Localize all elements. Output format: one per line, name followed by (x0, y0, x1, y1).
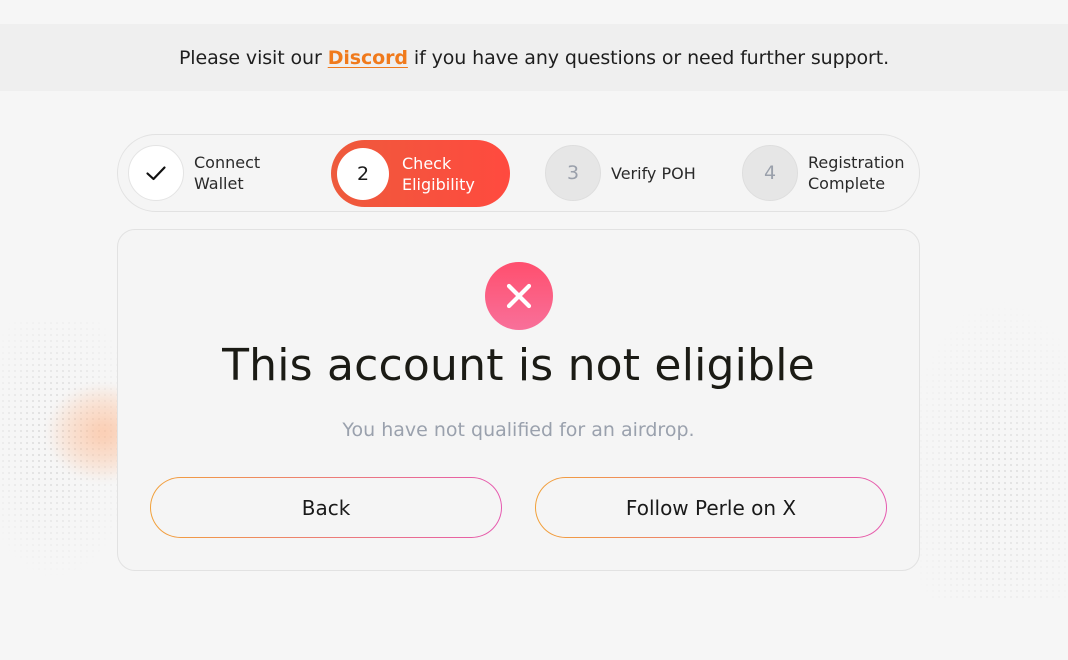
support-banner: Please visit our Discord if you have any… (0, 24, 1068, 91)
step-check-eligibility: 2 Check Eligibility (331, 140, 510, 207)
step-label: Connect Wallet (194, 153, 261, 193)
back-button-label: Back (151, 478, 501, 537)
error-badge (485, 262, 553, 330)
result-message: You have not qualified for an airdrop. (342, 419, 695, 441)
step-completed-circle (128, 145, 184, 201)
result-title: This account is not eligible (222, 340, 815, 391)
page: Please visit our Discord if you have any… (0, 0, 1068, 660)
progress-stepper: Connect Wallet 2 Check Eligibility 3 Ver… (117, 134, 920, 212)
step-number: 3 (545, 145, 601, 201)
step-registration-complete: 4 Registration Complete (742, 135, 904, 211)
banner-prefix: Please visit our (178, 46, 322, 69)
close-icon (506, 283, 532, 309)
step-label: Check Eligibility (402, 153, 475, 194)
step-number: 2 (337, 147, 389, 200)
background-dots-decoration (900, 300, 1068, 600)
step-connect-wallet: Connect Wallet (128, 135, 260, 211)
step-label: Verify POH (611, 163, 696, 183)
follow-perle-on-x-button[interactable]: Follow Perle on X (535, 477, 887, 538)
follow-button-label: Follow Perle on X (536, 478, 886, 537)
step-label: Registration Complete (808, 153, 905, 193)
discord-link[interactable]: Discord (328, 47, 408, 69)
back-button[interactable]: Back (150, 477, 502, 538)
eligibility-result-card: This account is not eligible You have no… (117, 229, 920, 571)
banner-suffix: if you have any questions or need furthe… (413, 46, 890, 69)
check-icon (146, 166, 166, 181)
step-verify-poh: 3 Verify POH (545, 135, 696, 211)
step-number: 4 (742, 145, 798, 201)
